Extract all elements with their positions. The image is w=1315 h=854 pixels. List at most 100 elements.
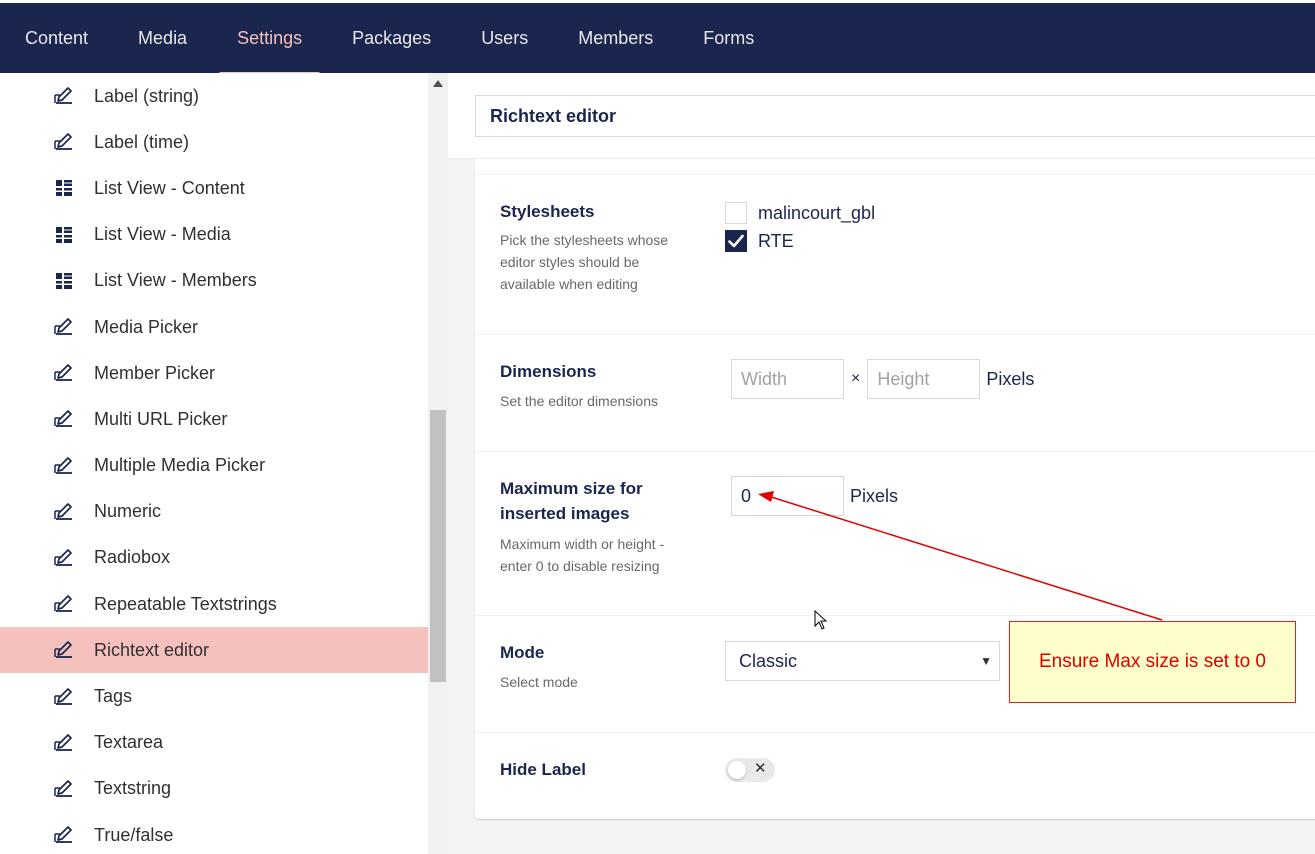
- pencil-icon: [52, 777, 76, 801]
- max-size-input[interactable]: 0: [731, 476, 844, 516]
- mode-selected-value: Classic: [739, 651, 798, 671]
- tree-item[interactable]: Richtext editor: [0, 627, 428, 674]
- annotation-callout: Ensure Max size is set to 0: [1009, 621, 1296, 703]
- stylesheet-checkbox-rte[interactable]: [725, 230, 747, 252]
- data-type-name-input[interactable]: Richtext editor: [475, 95, 1315, 137]
- tree-item[interactable]: Tags: [0, 673, 428, 719]
- section-nav: Content Media Settings Packages Users Me…: [0, 3, 779, 76]
- pencil-icon: [52, 592, 76, 616]
- hide-label-row: Hide Label ✕: [475, 732, 1315, 819]
- stylesheet-option-label: RTE: [758, 230, 794, 251]
- hide-label-toggle[interactable]: ✕: [725, 758, 775, 782]
- max-size-title: Maximum size for inserted images: [500, 479, 643, 523]
- sidebar-tree: Label (string) Label (time) List View - Co…: [0, 73, 448, 854]
- tree-item-label: List View - Members: [94, 270, 257, 291]
- stylesheets-checkbox-list: malincourt_gbl RTE: [725, 199, 875, 255]
- scrollbar-thumb[interactable]: [430, 410, 446, 682]
- mode-title: Mode: [500, 643, 545, 662]
- pencil-icon: [52, 130, 76, 154]
- pencil-icon: [52, 315, 76, 339]
- nav-item-members[interactable]: Members: [553, 3, 678, 73]
- max-size-unit: Pixels: [850, 485, 899, 506]
- width-input[interactable]: Width: [731, 359, 844, 399]
- nav-item-settings[interactable]: Settings: [212, 3, 327, 76]
- list-icon: [52, 223, 76, 247]
- mode-description: Select mode: [500, 674, 578, 690]
- tree-item[interactable]: True/false: [0, 812, 428, 854]
- tree-item[interactable]: Multiple Media Picker: [0, 443, 428, 489]
- tree-item[interactable]: Member Picker: [0, 350, 428, 396]
- tree-item-label: Multiple Media Picker: [94, 455, 266, 476]
- tree-item-label: Richtext editor: [94, 639, 210, 660]
- tree-item[interactable]: Textstring: [0, 766, 428, 812]
- tree-item[interactable]: Numeric: [0, 489, 428, 535]
- dimensions-row: Dimensions Set the editor dimensions Wid…: [475, 334, 1315, 451]
- main-editor-area: Richtext editor Stylesheets Pick the sty…: [448, 73, 1315, 854]
- pencil-icon: [52, 84, 76, 108]
- tree-item-label: Member Picker: [94, 362, 216, 383]
- list-icon: [52, 176, 76, 200]
- toggle-off-x-icon: ✕: [754, 760, 767, 777]
- tree-item[interactable]: List View - Members: [0, 258, 428, 304]
- nav-item-forms[interactable]: Forms: [678, 3, 779, 73]
- stylesheet-option[interactable]: RTE: [725, 227, 875, 255]
- dropdown-caret-icon: ▼: [980, 654, 992, 668]
- tree-item[interactable]: Multi URL Picker: [0, 396, 428, 442]
- tree-item[interactable]: Repeatable Textstrings: [0, 581, 428, 627]
- dimension-separator: ×: [851, 370, 861, 387]
- height-input[interactable]: Height: [867, 359, 981, 399]
- settings-panel: Stylesheets Pick the stylesheets whose e…: [475, 159, 1315, 819]
- tree-item[interactable]: Label (time): [0, 119, 428, 165]
- tree-item[interactable]: List View - Media: [0, 212, 428, 258]
- tree-item[interactable]: Radiobox: [0, 535, 428, 581]
- tree-item-label: Label (string): [94, 85, 200, 106]
- dimensions-title: Dimensions: [500, 362, 597, 381]
- tree-item-label: Label (time): [94, 131, 190, 152]
- tree-item-label: Radiobox: [94, 547, 171, 568]
- mode-select-wrapper: Classic ▼: [725, 641, 1000, 681]
- tree-item[interactable]: Media Picker: [0, 304, 428, 350]
- nav-item-content[interactable]: Content: [0, 3, 113, 73]
- pencil-icon: [52, 454, 76, 478]
- pencil-icon: [52, 407, 76, 431]
- tree-item-label: Multi URL Picker: [94, 408, 228, 429]
- hide-label-toggle-wrapper: ✕: [725, 758, 775, 782]
- stylesheet-checkbox-malincourt-gbl[interactable]: [725, 202, 747, 224]
- annotation-text: Ensure Max size is set to 0: [1038, 651, 1267, 672]
- mode-select[interactable]: Classic ▼: [725, 641, 1000, 681]
- top-navigation-bar: Content Media Settings Packages Users Me…: [0, 0, 1315, 76]
- tree-item[interactable]: Label (string): [0, 73, 428, 119]
- sidebar-scrollbar[interactable]: [428, 73, 448, 854]
- data-type-tree: Label (string) Label (time) List View - Co…: [0, 73, 428, 854]
- tree-item-label: List View - Content: [94, 177, 245, 198]
- pencil-icon: [52, 731, 76, 755]
- dimensions-description: Set the editor dimensions: [500, 393, 658, 409]
- tree-item-label: True/false: [94, 824, 174, 845]
- tree-item[interactable]: List View - Content: [0, 165, 428, 211]
- stylesheets-title: Stylesheets: [500, 202, 595, 221]
- tree-item[interactable]: Textarea: [0, 720, 428, 766]
- toggle-knob: [728, 761, 746, 779]
- stylesheet-option-label: malincourt_gbl: [758, 202, 876, 223]
- pencil-icon: [52, 500, 76, 524]
- dimensions-unit: Pixels: [986, 368, 1035, 389]
- tree-item-label: Numeric: [94, 501, 162, 522]
- tree-item-label: Textstring: [94, 778, 172, 799]
- nav-item-packages[interactable]: Packages: [327, 3, 456, 73]
- pencil-icon: [52, 823, 76, 847]
- stylesheets-row: Stylesheets Pick the stylesheets whose e…: [475, 174, 1315, 334]
- nav-item-users[interactable]: Users: [456, 3, 553, 73]
- scroll-up-arrow-icon[interactable]: [433, 80, 443, 87]
- list-icon: [52, 269, 76, 293]
- stylesheets-description: Pick the stylesheets whose editor styles…: [500, 232, 669, 292]
- nav-item-media[interactable]: Media: [113, 3, 212, 73]
- hide-label-title: Hide Label: [500, 760, 586, 779]
- max-image-size-row: Maximum size for inserted images Maximum…: [475, 451, 1315, 615]
- stylesheet-option[interactable]: malincourt_gbl: [725, 199, 875, 227]
- pencil-icon: [52, 361, 76, 385]
- max-size-description: Maximum width or height - enter 0 to dis…: [500, 536, 665, 574]
- max-size-input-group: 0 Pixels: [731, 476, 898, 516]
- tree-item-label: List View - Media: [94, 224, 231, 245]
- tree-item-label: Media Picker: [94, 316, 199, 337]
- editor-header: Richtext editor: [448, 73, 1315, 159]
